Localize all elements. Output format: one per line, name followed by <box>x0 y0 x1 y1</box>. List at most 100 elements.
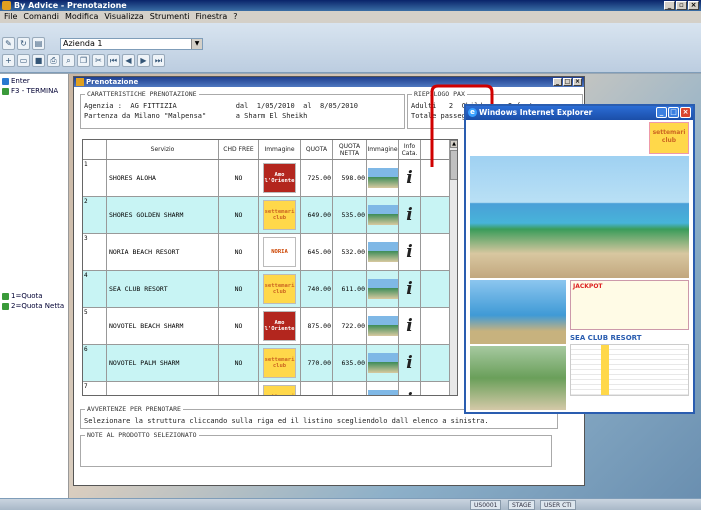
garden-photo <box>470 346 566 410</box>
service-name: SHORES GOLDEN SHARM <box>109 211 184 219</box>
col-quota-netta[interactable]: QUOTA NETTA <box>333 140 367 159</box>
table-row[interactable]: 2 SHORES GOLDEN SHARM NO settemari club 649.… <box>83 197 457 234</box>
quota-legend-item[interactable]: 1=Quota <box>2 292 43 300</box>
hotel-photo[interactable] <box>367 168 398 188</box>
col-immagine-2[interactable]: Immagine <box>367 140 399 159</box>
quota-value: 649.00 <box>307 211 331 219</box>
new-icon[interactable]: + <box>2 54 15 67</box>
ie-popup-window[interactable]: e Windows Internet Explorer _ □ × settem… <box>464 104 695 414</box>
col-servizio[interactable]: Servizio <box>107 140 219 159</box>
hotel-grid: Servizio CHD FREE Immagine QUOTA QUOTA N… <box>82 139 458 396</box>
info-catalog-icon[interactable]: i <box>406 316 412 336</box>
quota-netta-cell: 611.00 <box>333 271 367 307</box>
brand-logo: settemari club <box>263 200 296 230</box>
quota-value: 875.00 <box>307 322 331 330</box>
terminate-icon <box>2 87 9 95</box>
grid-scrollbar[interactable]: ▲ <box>449 140 457 395</box>
menu-finestra[interactable]: Finestra <box>196 11 228 23</box>
quota-icon <box>2 292 9 300</box>
row-number-cell: 2 <box>83 197 107 233</box>
enter-item[interactable]: Enter <box>2 77 30 85</box>
refresh-icon[interactable]: ↻ <box>17 37 30 50</box>
table-row[interactable]: 1 SHORES ALOHA NO Amo l'Oriente 725.00 598.00… <box>83 160 457 197</box>
table-row[interactable]: 4 SEA CLUB RESORT NO settemari club 740.00 61… <box>83 271 457 308</box>
info-catalog-icon[interactable]: i <box>406 279 412 299</box>
chevron-down-icon[interactable]: ▼ <box>191 39 202 49</box>
menu-strumenti[interactable]: Strumenti <box>150 11 190 23</box>
row-number: 6 <box>84 346 88 353</box>
row-number-cell: 7 <box>83 382 107 395</box>
info-cell: i <box>399 160 421 196</box>
quota-netta-cell: 532.00 <box>333 234 367 270</box>
copy-icon[interactable]: ❐ <box>77 54 90 67</box>
row-number: 3 <box>84 235 88 242</box>
service-cell: NOVOTEL PALM SHARM <box>107 345 219 381</box>
cut-icon[interactable]: ✂ <box>92 54 105 67</box>
hotel-photo-cell <box>367 382 399 395</box>
last-icon[interactable]: ⏭ <box>152 54 165 67</box>
row-number: 2 <box>84 198 88 205</box>
document-icon[interactable]: ▤ <box>32 37 45 50</box>
hotel-photo[interactable] <box>367 316 398 336</box>
notes-group[interactable]: NOTE AL PRODOTTO SELEZIONATO <box>80 431 552 467</box>
row-number-cell: 5 <box>83 308 107 344</box>
status-bar: US0001 STAGE USER CTI <box>0 498 701 510</box>
service-name: NORIA BEACH RESORT <box>109 248 180 256</box>
menu-help[interactable]: ? <box>233 11 237 23</box>
table-row[interactable]: 3 NORIA BEACH RESORT NO NORIA 645.00 532.00 i <box>83 234 457 271</box>
search-icon[interactable]: ⌕ <box>62 54 75 67</box>
company-select[interactable]: Azienda 1 ▼ <box>60 38 203 50</box>
quota-netta-legend-item[interactable]: 2=Quota Netta <box>2 302 64 310</box>
maximize-icon[interactable]: □ <box>563 78 572 86</box>
save-icon[interactable]: ■ <box>32 54 45 67</box>
prev-icon[interactable]: ◀ <box>122 54 135 67</box>
next-icon[interactable]: ▶ <box>137 54 150 67</box>
col-chd-free[interactable]: CHD FREE <box>219 140 259 159</box>
hotel-photo[interactable] <box>367 353 398 373</box>
close-icon[interactable]: × <box>688 1 699 10</box>
info-catalog-icon[interactable]: i <box>406 242 412 262</box>
minimize-icon[interactable]: _ <box>553 78 562 86</box>
app-title-bar: By Advice - Prenotazione _ ▫ × <box>0 0 701 11</box>
col-num <box>83 140 107 159</box>
quota-netta-cell: 635.00 <box>333 345 367 381</box>
hotel-photo[interactable] <box>367 279 398 299</box>
menu-visualizza[interactable]: Visualizza <box>104 11 143 23</box>
first-icon[interactable]: ⏮ <box>107 54 120 67</box>
row-number: 4 <box>84 272 88 279</box>
info-catalog-icon[interactable]: i <box>406 168 412 188</box>
row-number-cell: 1 <box>83 160 107 196</box>
quota-cell: 770.00 <box>301 345 333 381</box>
close-icon[interactable]: × <box>680 107 691 118</box>
folder-icon[interactable]: ▭ <box>17 54 30 67</box>
maximize-icon[interactable]: □ <box>668 107 679 118</box>
brand-image-cell: settemari club <box>259 197 301 233</box>
close-icon[interactable]: × <box>573 78 582 86</box>
terminate-item[interactable]: F3 - TERMINA <box>2 87 58 95</box>
minimize-icon[interactable]: _ <box>656 107 667 118</box>
left-panel: Enter F3 - TERMINA 1=Quota 2=Quota Netta <box>0 74 69 498</box>
table-row[interactable]: 7 HOTEL SOFITELNO settemari club 1,058.00 i <box>83 382 457 395</box>
hotel-photo[interactable] <box>367 242 398 262</box>
col-immagine[interactable]: Immagine <box>259 140 301 159</box>
hotel-photo[interactable] <box>367 205 398 225</box>
restore-icon[interactable]: ▫ <box>676 1 687 10</box>
print-icon[interactable]: ⎙ <box>47 54 60 67</box>
menu-file[interactable]: File <box>4 11 17 23</box>
menu-comandi[interactable]: Comandi <box>23 11 59 23</box>
info-catalog-icon[interactable]: i <box>406 205 412 225</box>
menu-modifica[interactable]: Modifica <box>65 11 98 23</box>
info-catalog-icon[interactable]: i <box>406 353 412 373</box>
chd-free-cell: NO <box>219 382 259 395</box>
col-info[interactable]: Info Cata. <box>399 140 421 159</box>
brand-logo: settemari club <box>263 348 296 378</box>
quota-value: 740.00 <box>307 285 331 293</box>
resort-info: SEA CLUB RESORT <box>570 334 689 410</box>
table-row[interactable]: 6 NOVOTEL PALM SHARM NO settemari club 770.0… <box>83 345 457 382</box>
hotel-photo[interactable] <box>367 390 398 395</box>
col-quota[interactable]: QUOTA <box>301 140 333 159</box>
table-row[interactable]: 5 NOVOTEL BEACH SHARM NO Amo l'Oriente 875.0… <box>83 308 457 345</box>
edit-icon[interactable]: ✎ <box>2 37 15 50</box>
info-catalog-icon[interactable]: i <box>406 390 412 395</box>
minimize-icon[interactable]: _ <box>664 1 675 10</box>
